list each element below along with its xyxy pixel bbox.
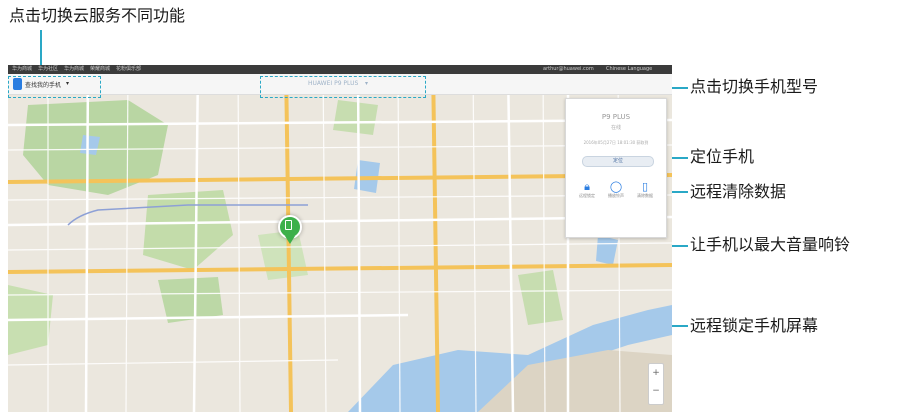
locate-button[interactable]: 定位 bbox=[582, 156, 654, 167]
remote-wipe-button[interactable]: ▯ 清除数据 bbox=[632, 181, 658, 199]
find-phone-screenshot: 华为商城 华为社区 华为商城 荣耀商城 花粉俱乐部 arthur@huawei.… bbox=[8, 65, 672, 412]
remote-lock-label: 远程锁定 bbox=[579, 193, 595, 198]
locate-timestamp: 2016年05月27日 18:01:30 获取到 bbox=[583, 140, 649, 145]
top-link-3[interactable]: 华为商城 bbox=[64, 66, 84, 73]
language-selector[interactable]: Chinese Language bbox=[606, 66, 652, 73]
user-email[interactable]: arthur@huawei.com bbox=[543, 66, 594, 73]
zoom-out-icon[interactable]: − bbox=[649, 382, 663, 400]
highlight-service-menu bbox=[8, 76, 101, 98]
zoom-control[interactable]: + − bbox=[648, 363, 664, 405]
zoom-in-icon[interactable]: + bbox=[649, 364, 663, 382]
play-ring-button[interactable]: ◯ 播放铃声 bbox=[603, 181, 629, 199]
top-link-2[interactable]: 华为社区 bbox=[38, 66, 58, 73]
speech-bubble-icon: ◯ bbox=[609, 180, 623, 193]
annotation-remote-wipe: 远程清除数据 bbox=[690, 182, 787, 201]
annotation-locate-phone: 定位手机 bbox=[690, 147, 755, 166]
pin-tail bbox=[285, 236, 295, 244]
remote-lock-button[interactable]: 🔒︎ 远程锁定 bbox=[574, 181, 600, 199]
top-link-4[interactable]: 荣耀商城 bbox=[90, 66, 110, 73]
remote-wipe-label: 清除数据 bbox=[637, 193, 653, 198]
wipe-icon: ▯ bbox=[641, 180, 649, 193]
site-top-bar: 华为商城 华为社区 华为商城 荣耀商城 花粉俱乐部 arthur@huawei.… bbox=[8, 65, 672, 74]
highlight-device-selector bbox=[260, 76, 426, 98]
top-link-1[interactable]: 华为商城 bbox=[12, 66, 32, 73]
annotation-ring-phone: 让手机以最大音量响铃 bbox=[690, 235, 851, 254]
device-status: 在线 bbox=[610, 125, 621, 131]
annotation-switch-model: 点击切换手机型号 bbox=[690, 77, 819, 96]
phone-glyph-icon bbox=[285, 220, 292, 230]
device-name: P9 PLUS bbox=[601, 113, 631, 121]
lock-icon: 🔒︎ bbox=[584, 180, 590, 193]
top-link-5[interactable]: 花粉俱乐部 bbox=[116, 66, 141, 73]
annotation-remote-lock: 远程锁定手机屏幕 bbox=[690, 316, 819, 335]
play-ring-label: 播放铃声 bbox=[608, 193, 624, 198]
annotation-switch-service: 点击切换云服务不同功能 bbox=[9, 6, 186, 25]
device-panel: P9 PLUS 在线 2016年05月27日 18:01:30 获取到 定位 🔒… bbox=[565, 98, 667, 238]
